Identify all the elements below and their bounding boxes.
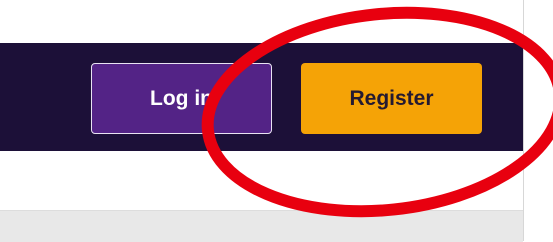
register-button[interactable]: Register	[301, 63, 482, 134]
content-panel	[0, 210, 523, 242]
login-button[interactable]: Log in	[91, 63, 272, 134]
scrollbar-track[interactable]	[523, 0, 553, 241]
site-header: Log in Register	[0, 43, 523, 151]
